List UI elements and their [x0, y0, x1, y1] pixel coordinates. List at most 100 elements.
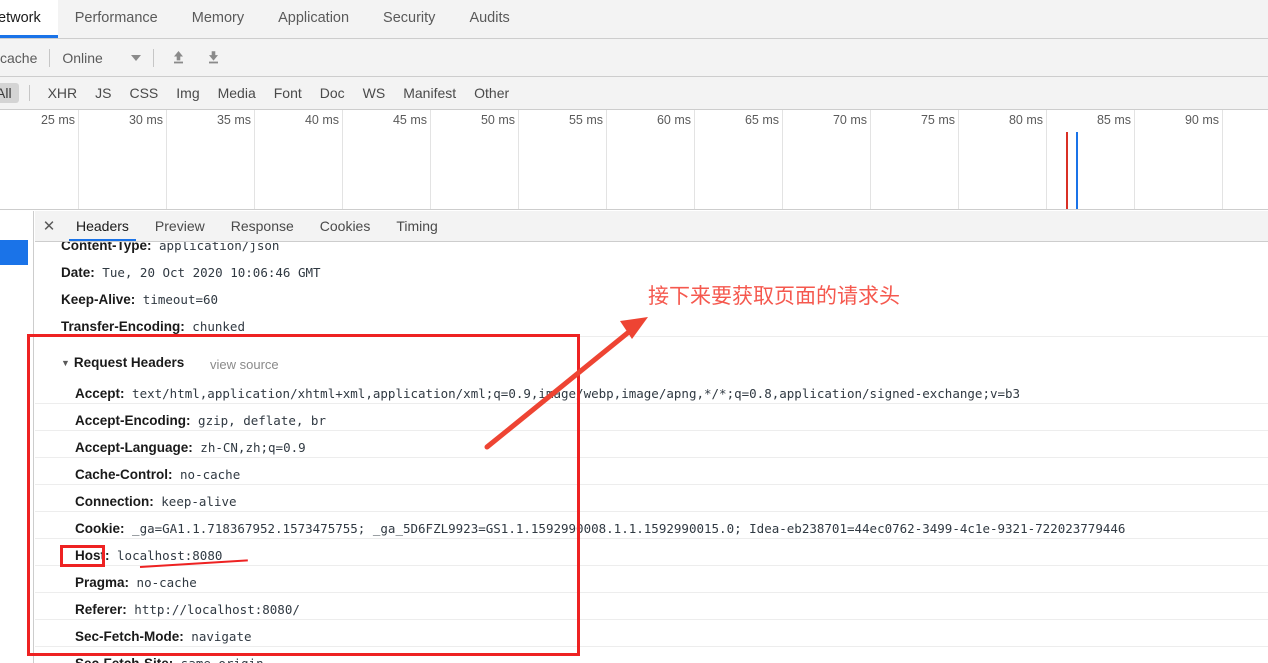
header-value: zh-CN,zh;q=0.9: [192, 440, 306, 455]
header-row[interactable]: Sec-Fetch-Site: same-origin: [75, 656, 264, 663]
download-arrow-icon: [209, 51, 219, 64]
header-row[interactable]: Date: Tue, 20 Oct 2020 10:06:46 GMT: [61, 265, 321, 281]
header-row[interactable]: Accept: text/html,application/xhtml+xml,…: [75, 386, 1020, 402]
filter-chip-css[interactable]: CSS: [120, 85, 167, 101]
filter-chip-doc[interactable]: Doc: [311, 85, 354, 101]
header-row[interactable]: Cache-Control: no-cache: [75, 467, 240, 483]
tab-audits-label: Audits: [469, 10, 510, 26]
timeline-tick: 45 ms: [393, 110, 431, 209]
filter-chip-all[interactable]: All: [0, 83, 19, 103]
header-row-divider: [35, 538, 1268, 539]
timeline-tick: 40 ms: [305, 110, 343, 209]
timeline-tick: 90 ms: [1185, 110, 1223, 209]
timeline-tick-label: 25 ms: [40, 113, 75, 127]
header-row[interactable]: Accept-Language: zh-CN,zh;q=0.9: [75, 440, 306, 456]
toolbar-divider-1: [49, 48, 51, 67]
tab-audits[interactable]: Audits: [452, 0, 526, 38]
tab-preview[interactable]: Preview: [142, 211, 218, 241]
tab-network-label: etwork: [0, 10, 41, 26]
filter-chip-other[interactable]: Other: [465, 85, 518, 101]
timeline-tick-label: 35 ms: [216, 113, 251, 127]
tab-application[interactable]: Application: [261, 0, 366, 38]
timeline-tick: 60 ms: [657, 110, 695, 209]
section-divider: [35, 336, 1268, 337]
close-icon[interactable]: ✕: [35, 219, 63, 234]
timeline-marker-dom-content-loaded: [1066, 132, 1068, 209]
timeline-tick-label: 60 ms: [656, 113, 691, 127]
header-value: no-cache: [172, 467, 241, 482]
header-value: text/html,application/xhtml+xml,applicat…: [124, 386, 1021, 401]
selected-request-row[interactable]: [0, 240, 28, 265]
tab-response[interactable]: Response: [218, 211, 307, 241]
header-value: no-cache: [129, 575, 197, 590]
header-row[interactable]: Accept-Encoding: gzip, deflate, br: [75, 413, 326, 429]
timeline-tick: 35 ms: [217, 110, 255, 209]
header-row[interactable]: Connection: keep-alive: [75, 494, 237, 510]
filter-chip-ws[interactable]: WS: [354, 85, 395, 101]
disable-cache-checkbox-label[interactable]: cache: [0, 50, 37, 66]
header-key: Accept-Encoding:: [75, 413, 191, 428]
header-key: Sec-Fetch-Site:: [75, 656, 173, 663]
throttling-value: Online: [62, 49, 103, 66]
header-row[interactable]: Sec-Fetch-Mode: navigate: [75, 629, 252, 645]
header-row-divider: [35, 403, 1268, 404]
filter-row: All XHR JS CSS Img Media Font Doc WS Man…: [0, 77, 1268, 110]
header-value: chunked: [184, 319, 245, 334]
network-timeline-overview[interactable]: 25 ms 30 ms 35 ms 40 ms 45 ms 50 ms 55 ms 60 ms…: [0, 110, 1268, 210]
timeline-tick-label: 55 ms: [568, 113, 603, 127]
header-value: http://localhost:8080/: [126, 602, 300, 617]
header-key: Content-Type:: [61, 242, 152, 253]
header-row-divider: [35, 592, 1268, 593]
tab-headers[interactable]: Headers: [63, 211, 142, 241]
filter-chip-js[interactable]: JS: [86, 85, 120, 101]
tab-performance[interactable]: Performance: [58, 0, 175, 38]
export-har-button[interactable]: [201, 45, 227, 71]
tab-memory-label: Memory: [191, 10, 245, 26]
header-row-divider: [35, 457, 1268, 458]
header-row-divider: [35, 484, 1268, 485]
annotation-note-text: 接下来要获取页面的请求头: [648, 284, 900, 308]
tab-headers-label: Headers: [76, 218, 129, 234]
timeline-tick: 65 ms: [745, 110, 783, 209]
timeline-tick: 25 ms: [41, 110, 79, 209]
request-headers-title-label: Request Headers: [73, 355, 185, 370]
tab-cookies-label: Cookies: [319, 218, 371, 234]
header-row[interactable]: Referer: http://localhost:8080/: [75, 602, 300, 618]
filter-chip-xhr[interactable]: XHR: [39, 85, 87, 101]
view-source-link[interactable]: view source: [210, 357, 279, 372]
tab-timing[interactable]: Timing: [383, 211, 451, 241]
request-headers-section-title[interactable]: ▼ Request Headers: [61, 355, 184, 370]
header-value: same-origin: [173, 656, 264, 663]
header-value: keep-alive: [153, 494, 237, 509]
tab-network[interactable]: etwork: [0, 0, 58, 38]
header-row-divider: [35, 646, 1268, 647]
timeline-tick: 55 ms: [569, 110, 607, 209]
timeline-tick-label: 30 ms: [128, 113, 163, 127]
header-key: Accept-Language:: [75, 440, 193, 455]
filter-chip-manifest[interactable]: Manifest: [394, 85, 465, 101]
request-list-strip[interactable]: [0, 211, 34, 663]
header-row[interactable]: Pragma: no-cache: [75, 575, 197, 591]
tab-memory[interactable]: Memory: [175, 0, 261, 38]
filter-chip-font[interactable]: Font: [265, 85, 311, 101]
header-row[interactable]: Cookie: _ga=GA1.1.718367952.1573475755; …: [75, 521, 1125, 537]
toolbar-divider-2: [152, 48, 154, 67]
tab-security[interactable]: Security: [366, 0, 452, 38]
header-row[interactable]: Content-Type: application/json: [61, 242, 279, 254]
header-row[interactable]: Keep-Alive: timeout=60: [61, 292, 218, 308]
tab-cookies[interactable]: Cookies: [307, 211, 384, 241]
import-har-button[interactable]: [166, 45, 192, 71]
timeline-tick-label: 75 ms: [920, 113, 955, 127]
tab-application-label: Application: [278, 10, 350, 26]
header-row[interactable]: Transfer-Encoding: chunked: [61, 319, 245, 335]
filter-chip-img[interactable]: Img: [167, 85, 208, 101]
header-key: Cache-Control:: [75, 467, 173, 482]
header-key: Cookie:: [75, 521, 125, 536]
tab-preview-label: Preview: [154, 218, 205, 234]
chevron-down-icon: [130, 54, 141, 61]
header-key: Sec-Fetch-Mode:: [75, 629, 184, 644]
filter-chip-media[interactable]: Media: [209, 85, 265, 101]
panel-tabbar: etwork Performance Memory Application Se…: [0, 0, 1268, 39]
throttling-select[interactable]: Online: [62, 49, 141, 66]
header-key: Pragma:: [75, 575, 130, 590]
